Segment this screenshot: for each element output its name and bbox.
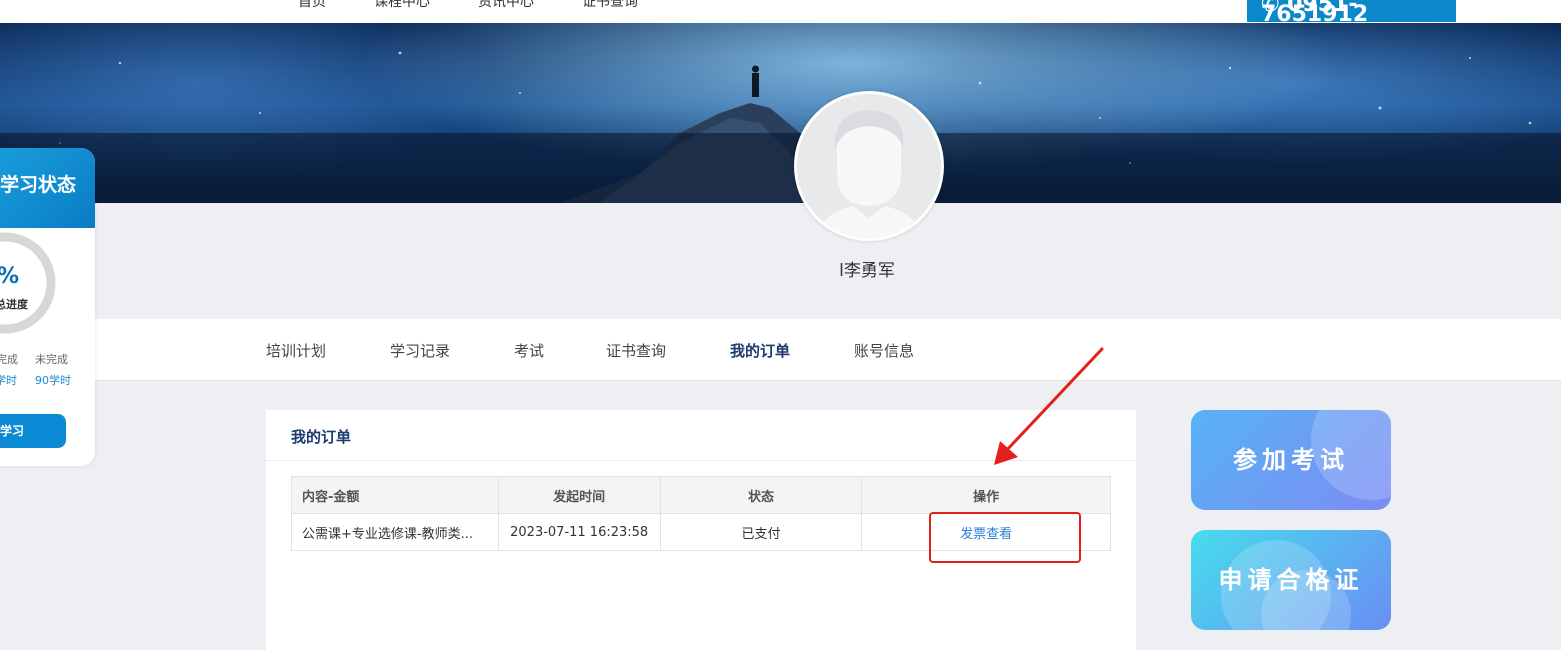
completed-hours: 学时 — [0, 374, 17, 387]
nav-certificate[interactable]: 证书查询 — [582, 0, 638, 11]
annotation-arrow-icon — [994, 347, 1104, 465]
annotation-highlight-box — [929, 512, 1081, 563]
incomplete-label: 未完成 — [35, 353, 68, 366]
incomplete-hours: 90学时 — [35, 374, 71, 387]
progress-percent: % — [0, 264, 19, 289]
order-status: 已支付 — [659, 513, 863, 551]
profile-tabs: 培训计划 学习记录 考试 证书查询 我的订单 账号信息 — [0, 319, 1561, 381]
col-status: 状态 — [659, 476, 863, 514]
apply-certificate-label: 申请合格证 — [1218, 566, 1364, 594]
status-card-header: 学习状态 — [0, 148, 95, 228]
tab-training-plan[interactable]: 培训计划 — [266, 340, 326, 361]
profile-banner — [0, 23, 1561, 203]
study-button[interactable]: 学习 — [0, 414, 66, 448]
nav-home[interactable]: 首页 — [298, 0, 326, 11]
status-card-title: 学习状态 — [0, 174, 77, 196]
username: l李勇军 — [839, 261, 895, 281]
tab-exam[interactable]: 考试 — [514, 340, 544, 361]
order-content: 公需课+专业选修课-教师类... — [291, 513, 499, 551]
orders-header-row: 内容-金额 发起时间 状态 操作 — [291, 476, 1111, 514]
nav-news[interactable]: 资讯中心 — [478, 0, 534, 11]
progress-label: 总进度 — [0, 298, 28, 311]
tab-my-orders[interactable]: 我的订单 — [730, 340, 790, 361]
tab-certificate-query[interactable]: 证书查询 — [606, 340, 666, 361]
tab-study-records[interactable]: 学习记录 — [390, 340, 450, 361]
hotline-phone: ✆ 0951-7651912 — [1247, 0, 1456, 22]
col-content-amount: 内容-金额 — [291, 476, 499, 514]
col-start-time: 发起时间 — [497, 476, 661, 514]
take-exam-button[interactable]: 参加考试 — [1191, 410, 1391, 510]
study-status-card: 学习状态 % 总进度 已完成 未完成 学时 90学时 学习 — [0, 148, 95, 466]
order-time: 2023-07-11 16:23:58 — [497, 513, 661, 551]
orders-title: 我的订单 — [291, 428, 352, 446]
user-avatar[interactable] — [794, 91, 944, 241]
completed-label: 已完成 — [0, 353, 18, 366]
col-action: 操作 — [861, 476, 1111, 514]
take-exam-label: 参加考试 — [1233, 446, 1349, 474]
banner-dark-band — [0, 133, 1561, 203]
tab-account-info[interactable]: 账号信息 — [854, 340, 914, 361]
phone-number: 0951-7651912 — [1261, 0, 1369, 22]
apply-certificate-button[interactable]: 申请合格证 — [1191, 530, 1391, 630]
nav-courses[interactable]: 课程中心 — [374, 0, 430, 11]
default-avatar-icon — [797, 94, 941, 238]
